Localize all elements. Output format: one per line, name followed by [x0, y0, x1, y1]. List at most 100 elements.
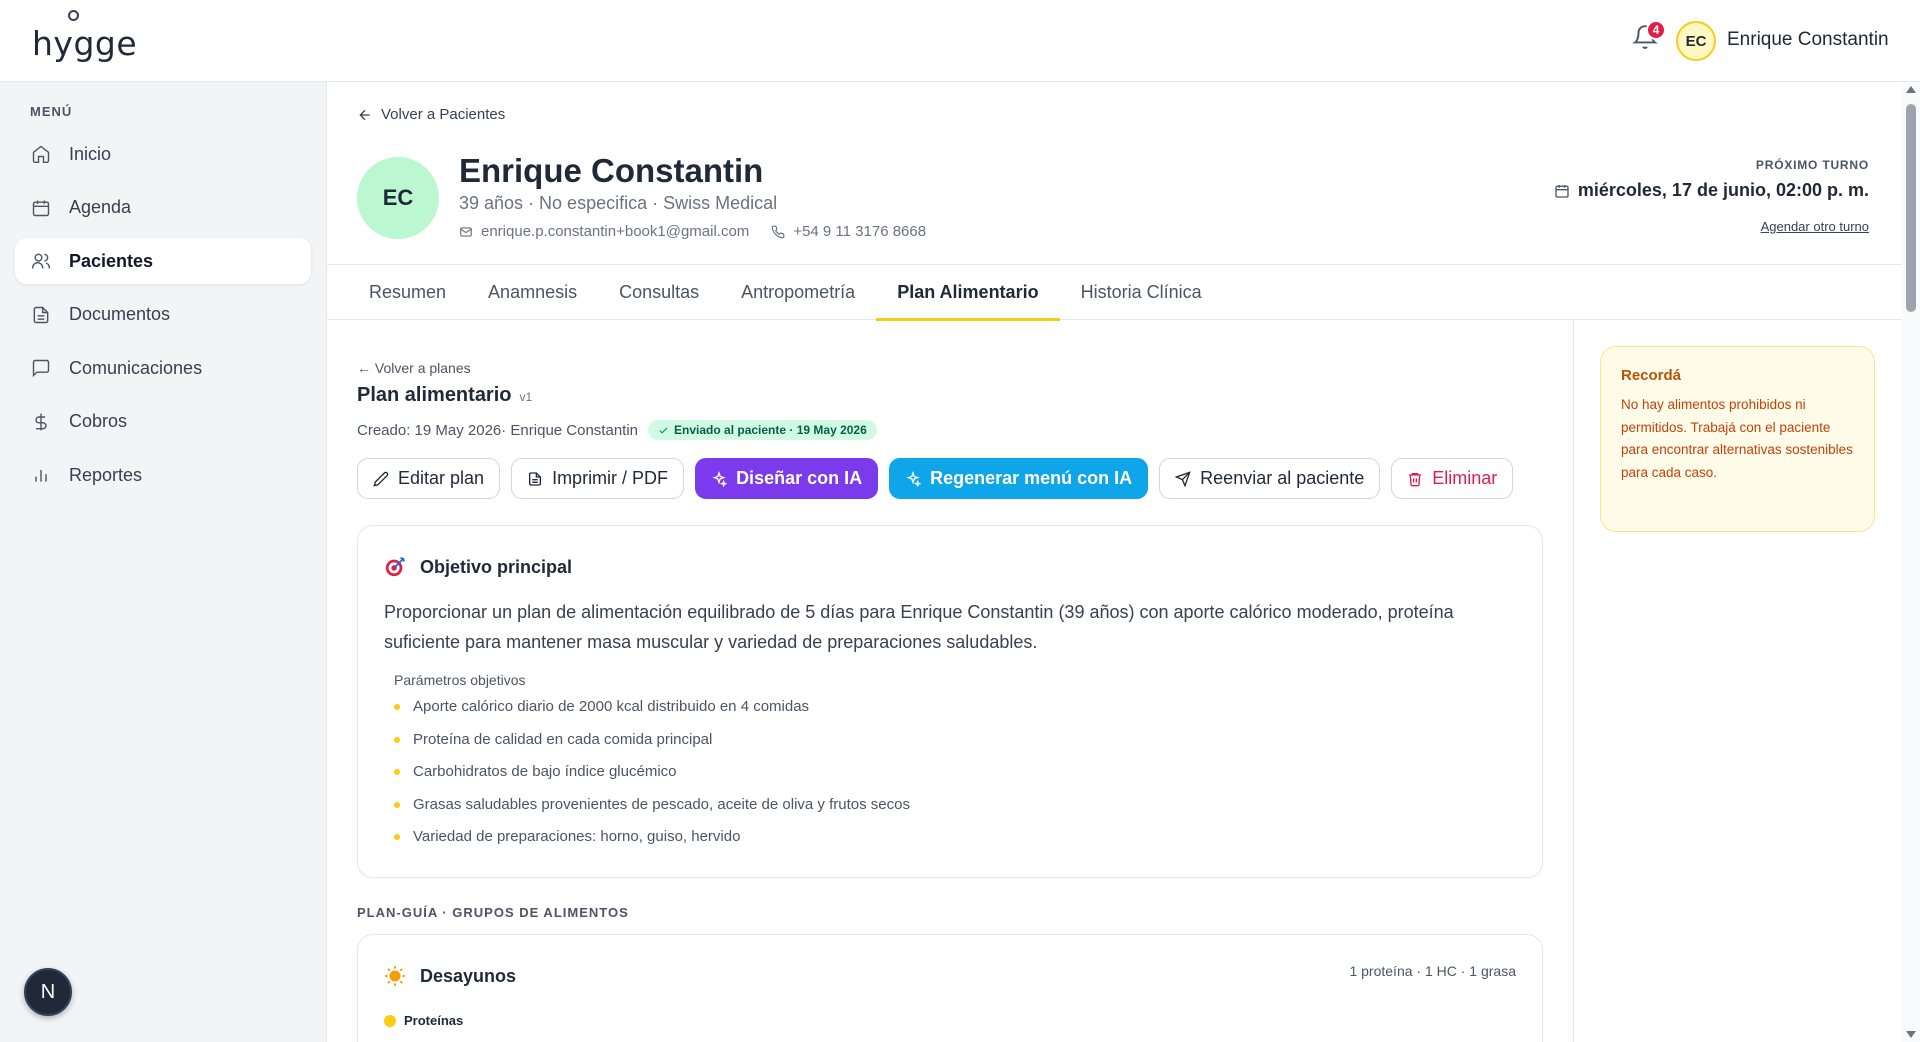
patient-meta: 39 años · No especifica · Swiss Medical [459, 193, 778, 213]
dollar-icon [35, 413, 47, 430]
patient-tabs: Resumen Anamnesis Consultas Antropometrí… [327, 264, 1902, 321]
plan-actions: Editar plan Imprimir / PDF Diseñar con I… [357, 458, 1524, 499]
objective-title: Objetivo principal [420, 556, 573, 577]
resend-to-patient-label: Reenviar al paciente [1200, 468, 1365, 488]
sidebar-item-cobros[interactable]: Cobros [15, 399, 311, 445]
sidebar-nav: Inicio Agenda Pacientes Documentos Comun… [15, 131, 311, 506]
sidebar-item-label: Comunicaciones [69, 357, 203, 378]
patient-phone-group: +54 9 11 3176 8668 [771, 223, 926, 240]
list-item: Aporte calórico diario de 2000 kcal dist… [394, 698, 910, 731]
patient-phone[interactable]: +54 9 11 3176 8668 [793, 223, 926, 240]
breakfast-header: Desayunos [384, 965, 516, 987]
calendar-icon [32, 200, 50, 216]
dev-tools-badge[interactable]: N [24, 968, 72, 1016]
logo-dot [68, 10, 79, 21]
sidebar-item-reportes[interactable]: Reportes [15, 452, 311, 498]
sidebar-item-agenda[interactable]: Agenda [15, 185, 311, 231]
scroll-up-arrow[interactable] [1906, 86, 1916, 93]
parameters-title: Parámetros objetivos [394, 672, 526, 688]
objective-card: Objetivo principal Proporcionar un plan … [357, 525, 1543, 878]
breakfast-card: Desayunos 1 proteína · 1 HC · 1 grasa Pr… [357, 934, 1543, 1042]
tab-resumen[interactable]: Resumen [348, 265, 467, 320]
tab-anamnesis[interactable]: Anamnesis [467, 265, 598, 320]
tab-historia-clinica[interactable]: Historia Clínica [1060, 265, 1223, 320]
file-icon [529, 471, 542, 486]
sparkles-icon [712, 470, 728, 487]
back-to-patients-link[interactable]: Volver a Pacientes [357, 106, 505, 123]
design-with-ai-button[interactable]: Diseñar con IA [695, 458, 879, 499]
sidebar-item-label: Pacientes [69, 250, 154, 271]
plan-created-row: Creado: 19 May 2026· Enrique Constantin … [357, 420, 877, 440]
tab-antropometria[interactable]: Antropometría [720, 265, 876, 320]
top-bar: hygge 4 EC Enrique Constantin [0, 0, 1920, 82]
chat-icon [32, 359, 50, 378]
list-item: Proteína de calidad en cada comida princ… [394, 731, 910, 764]
regenerate-menu-ai-button[interactable]: Regenerar menú con IA [889, 458, 1149, 499]
schedule-another-link[interactable]: Agendar otro turno [1761, 219, 1869, 234]
tab-plan-alimentario[interactable]: Plan Alimentario [876, 265, 1060, 321]
print-pdf-label: Imprimir / PDF [552, 468, 669, 488]
target-icon [385, 556, 406, 577]
parameters-list: Aporte calórico diario de 2000 kcal dist… [394, 698, 910, 861]
main-content: Volver a Pacientes EC Enrique Constantin… [327, 82, 1902, 1042]
sidebar-item-label: Inicio [69, 143, 112, 164]
back-to-patients-label: Volver a Pacientes [381, 106, 506, 123]
sparkles-icon [906, 470, 922, 487]
notification-count-badge: 4 [1646, 20, 1666, 40]
next-appointment-date-text: miércoles, 17 de junio, 02:00 p. m. [1577, 180, 1869, 200]
plan-created: Creado: 19 May 2026· Enrique Constantin [357, 421, 639, 439]
design-with-ai-label: Diseñar con IA [736, 468, 863, 488]
user-name[interactable]: Enrique Constantin [1727, 29, 1889, 51]
breakfast-portions: 1 proteína · 1 HC · 1 grasa [1349, 963, 1516, 979]
list-item: Carbohidratos de bajo índice glucémico [394, 763, 910, 796]
send-icon [1175, 470, 1191, 487]
scroll-down-arrow[interactable] [1906, 1031, 1916, 1038]
home-icon [32, 145, 50, 164]
food-groups-section-label: PLAN-GUÍA · GRUPOS DE ALIMENTOS [357, 905, 629, 920]
check-icon [659, 426, 668, 434]
sidebar-item-label: Cobros [69, 411, 128, 431]
sent-status-text: Enviado al paciente · 19 May 2026 [674, 423, 867, 437]
pencil-icon [373, 471, 389, 487]
logo[interactable]: hygge [32, 10, 137, 66]
delete-plan-button[interactable]: Eliminar [1391, 458, 1514, 499]
reminder-text: No hay alimentos prohibidos ni permitido… [1621, 397, 1853, 480]
print-pdf-button[interactable]: Imprimir / PDF [511, 458, 685, 499]
user-avatar[interactable]: EC [1676, 21, 1716, 61]
bar-chart-icon [35, 470, 47, 482]
reminder-card: Recordá No hay alimentos prohibidos ni p… [1600, 346, 1875, 532]
tab-consultas[interactable]: Consultas [598, 265, 720, 320]
edit-plan-label: Editar plan [398, 468, 485, 488]
scroll-thumb[interactable] [1906, 104, 1916, 312]
sidebar: MENÚ Inicio Agenda Pacientes Documentos … [0, 82, 327, 1042]
delete-plan-label: Eliminar [1432, 468, 1498, 488]
trash-icon [1409, 472, 1422, 486]
arrow-left-icon [359, 109, 370, 120]
list-item: Grasas saludables provenientes de pescad… [394, 796, 910, 829]
back-to-plans-link[interactable]: ← Volver a planes [357, 360, 471, 376]
plan-title: Plan alimentario [357, 384, 512, 406]
users-icon [31, 253, 51, 269]
next-appointment-date: miércoles, 17 de junio, 02:00 p. m. [1554, 180, 1869, 201]
patient-avatar: EC [357, 157, 439, 239]
sidebar-item-documentos[interactable]: Documentos [15, 292, 311, 338]
plan-title-row: Plan alimentario v1 [357, 384, 532, 407]
objective-text: Proporcionar un plan de alimentación equ… [384, 602, 1454, 652]
scrollbar[interactable] [1902, 82, 1920, 1042]
regenerate-menu-ai-label: Regenerar menú con IA [930, 468, 1133, 488]
proteins-group-label: Proteínas [384, 1013, 463, 1028]
edit-plan-button[interactable]: Editar plan [357, 458, 501, 499]
calendar-icon [1555, 184, 1569, 198]
sidebar-item-label: Reportes [69, 464, 143, 485]
next-appointment-label: PRÓXIMO TURNO [1755, 158, 1869, 172]
reminder-title: Recordá [1621, 367, 1682, 384]
resend-to-patient-button[interactable]: Reenviar al paciente [1159, 458, 1381, 499]
sidebar-item-inicio[interactable]: Inicio [15, 131, 311, 177]
sidebar-item-comunicaciones[interactable]: Comunicaciones [15, 345, 311, 391]
document-icon [33, 306, 49, 323]
patient-email[interactable]: enrique.p.constantin+book1@gmail.com [481, 223, 749, 240]
menu-title: MENÚ [30, 104, 73, 119]
sidebar-item-pacientes[interactable]: Pacientes [15, 238, 311, 284]
list-item: Variedad de preparaciones: horno, guiso,… [394, 828, 910, 861]
plan-version: v1 [519, 390, 533, 404]
